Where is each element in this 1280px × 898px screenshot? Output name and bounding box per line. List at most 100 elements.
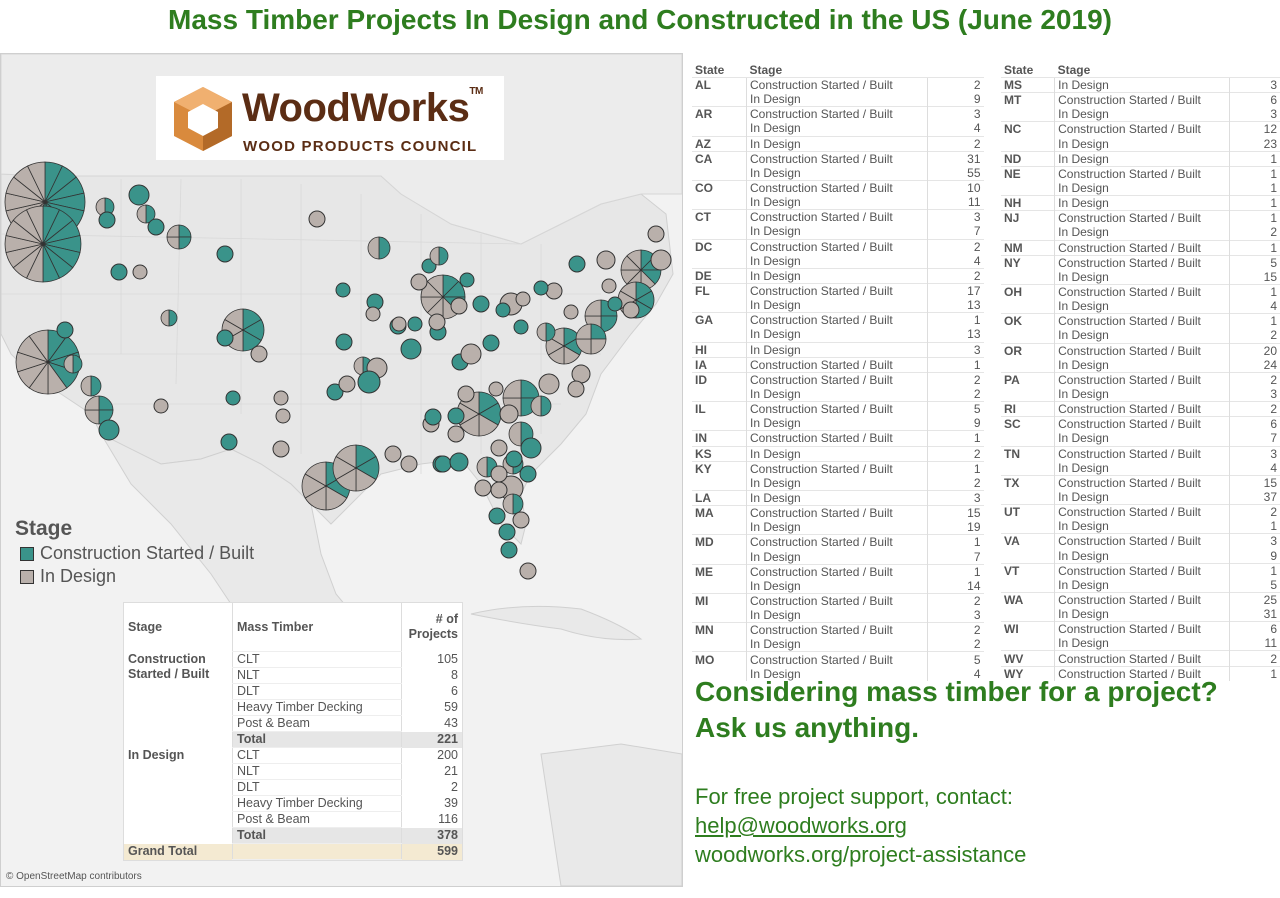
project-pie[interactable] bbox=[607, 296, 623, 312]
state-row: MS In Design 3 bbox=[1001, 76, 1280, 93]
state-stage: Construction Started / Built bbox=[1054, 474, 1230, 490]
project-pie[interactable] bbox=[384, 445, 402, 463]
project-pie[interactable] bbox=[519, 562, 537, 580]
project-pie[interactable] bbox=[160, 309, 178, 327]
project-pie[interactable] bbox=[519, 465, 537, 483]
project-pie[interactable] bbox=[275, 408, 291, 424]
project-pie[interactable] bbox=[429, 246, 449, 266]
project-pie[interactable] bbox=[488, 507, 506, 525]
state-stage: Construction Started / Built bbox=[746, 356, 928, 373]
project-pie[interactable] bbox=[225, 390, 241, 406]
project-pie[interactable] bbox=[400, 338, 422, 360]
project-pie[interactable] bbox=[450, 297, 468, 315]
project-pie[interactable] bbox=[457, 385, 475, 403]
legend-item-design[interactable]: In Design bbox=[15, 565, 254, 588]
project-pie[interactable] bbox=[250, 345, 268, 363]
project-pie[interactable] bbox=[63, 354, 83, 374]
state-count: 7 bbox=[927, 549, 984, 565]
project-pie[interactable] bbox=[472, 295, 490, 313]
state-row: VA Construction Started / Built 3 bbox=[1001, 533, 1280, 549]
state-stage: In Design bbox=[746, 267, 928, 284]
project-pie[interactable] bbox=[482, 334, 500, 352]
project-pie[interactable] bbox=[498, 523, 516, 541]
project-pie[interactable] bbox=[567, 380, 585, 398]
project-pie[interactable] bbox=[449, 452, 469, 472]
project-pie[interactable] bbox=[490, 465, 508, 483]
project-pie[interactable] bbox=[515, 291, 531, 307]
project-pie[interactable] bbox=[166, 224, 192, 250]
project-pie[interactable] bbox=[512, 511, 530, 529]
project-pie[interactable] bbox=[502, 493, 524, 515]
project-pie[interactable] bbox=[530, 395, 552, 417]
project-pie[interactable] bbox=[4, 205, 82, 283]
project-pie[interactable] bbox=[488, 381, 504, 397]
project-pie[interactable] bbox=[80, 375, 102, 397]
project-pie[interactable] bbox=[447, 425, 465, 443]
woodworks-logo: WoodWorksTM WOOD PRODUCTS COUNCIL bbox=[156, 76, 504, 160]
project-pie[interactable] bbox=[308, 210, 326, 228]
project-pie[interactable] bbox=[474, 479, 492, 497]
project-pie[interactable] bbox=[505, 450, 523, 468]
map-attribution[interactable]: © OpenStreetMap contributors bbox=[6, 871, 142, 882]
project-pie[interactable] bbox=[499, 404, 519, 424]
project-pie[interactable] bbox=[216, 329, 234, 347]
project-pie[interactable] bbox=[335, 333, 353, 351]
project-pie[interactable] bbox=[533, 280, 549, 296]
state-count: 11 bbox=[927, 195, 984, 210]
project-pie[interactable] bbox=[400, 455, 418, 473]
project-pie[interactable] bbox=[132, 264, 148, 280]
project-pie[interactable] bbox=[216, 245, 234, 263]
project-pie[interactable] bbox=[568, 255, 586, 273]
project-pie[interactable] bbox=[273, 390, 289, 406]
project-pie[interactable] bbox=[128, 184, 150, 206]
project-pie[interactable] bbox=[147, 218, 165, 236]
project-pie[interactable] bbox=[56, 321, 74, 339]
project-pie[interactable] bbox=[459, 272, 475, 288]
state-row: In Design 13 bbox=[692, 298, 984, 313]
project-pie[interactable] bbox=[338, 375, 356, 393]
legend-item-built[interactable]: Construction Started / Built bbox=[15, 542, 254, 565]
project-pie[interactable] bbox=[153, 398, 169, 414]
summary-grand-total-row: Grand Total 599 bbox=[124, 843, 462, 860]
project-pie[interactable] bbox=[220, 433, 238, 451]
state-code: FL bbox=[692, 282, 747, 299]
project-pie[interactable] bbox=[391, 316, 407, 332]
email-link[interactable]: help@woodworks.org bbox=[695, 811, 1275, 840]
project-pie[interactable] bbox=[650, 249, 672, 271]
project-pie[interactable] bbox=[538, 373, 560, 395]
project-pie[interactable] bbox=[563, 304, 579, 320]
project-pie[interactable] bbox=[365, 306, 381, 322]
project-pie[interactable] bbox=[500, 541, 518, 559]
map-view[interactable]: WoodWorksTM WOOD PRODUCTS COUNCIL Stage … bbox=[0, 53, 683, 887]
project-pie[interactable] bbox=[575, 323, 607, 355]
project-pie[interactable] bbox=[434, 455, 452, 473]
project-pie[interactable] bbox=[601, 278, 617, 294]
project-pie[interactable] bbox=[332, 444, 380, 492]
project-pie[interactable] bbox=[495, 302, 511, 318]
project-pie[interactable] bbox=[335, 282, 351, 298]
project-pie[interactable] bbox=[520, 437, 542, 459]
project-pie[interactable] bbox=[647, 225, 665, 243]
project-pie[interactable] bbox=[447, 407, 465, 425]
project-pie[interactable] bbox=[596, 250, 616, 270]
project-pie[interactable] bbox=[424, 408, 442, 426]
project-pie[interactable] bbox=[357, 370, 381, 394]
project-pie[interactable] bbox=[367, 236, 391, 260]
project-pie[interactable] bbox=[622, 301, 640, 319]
project-pie[interactable] bbox=[98, 211, 116, 229]
state-count: 37 bbox=[1228, 489, 1280, 505]
website-link[interactable]: woodworks.org/project-assistance bbox=[695, 840, 1275, 869]
project-pie[interactable] bbox=[460, 343, 482, 365]
project-pie[interactable] bbox=[513, 319, 529, 335]
project-pie[interactable] bbox=[272, 440, 290, 458]
project-pie[interactable] bbox=[536, 322, 556, 342]
project-pie[interactable] bbox=[110, 263, 128, 281]
project-pie[interactable] bbox=[490, 439, 508, 457]
project-pie[interactable] bbox=[571, 364, 591, 384]
project-pie[interactable] bbox=[428, 313, 446, 331]
project-pie[interactable] bbox=[490, 481, 508, 499]
project-pie[interactable] bbox=[98, 419, 120, 441]
project-pie[interactable] bbox=[545, 282, 563, 300]
project-pie[interactable] bbox=[407, 316, 423, 332]
project-pie[interactable] bbox=[410, 273, 428, 291]
